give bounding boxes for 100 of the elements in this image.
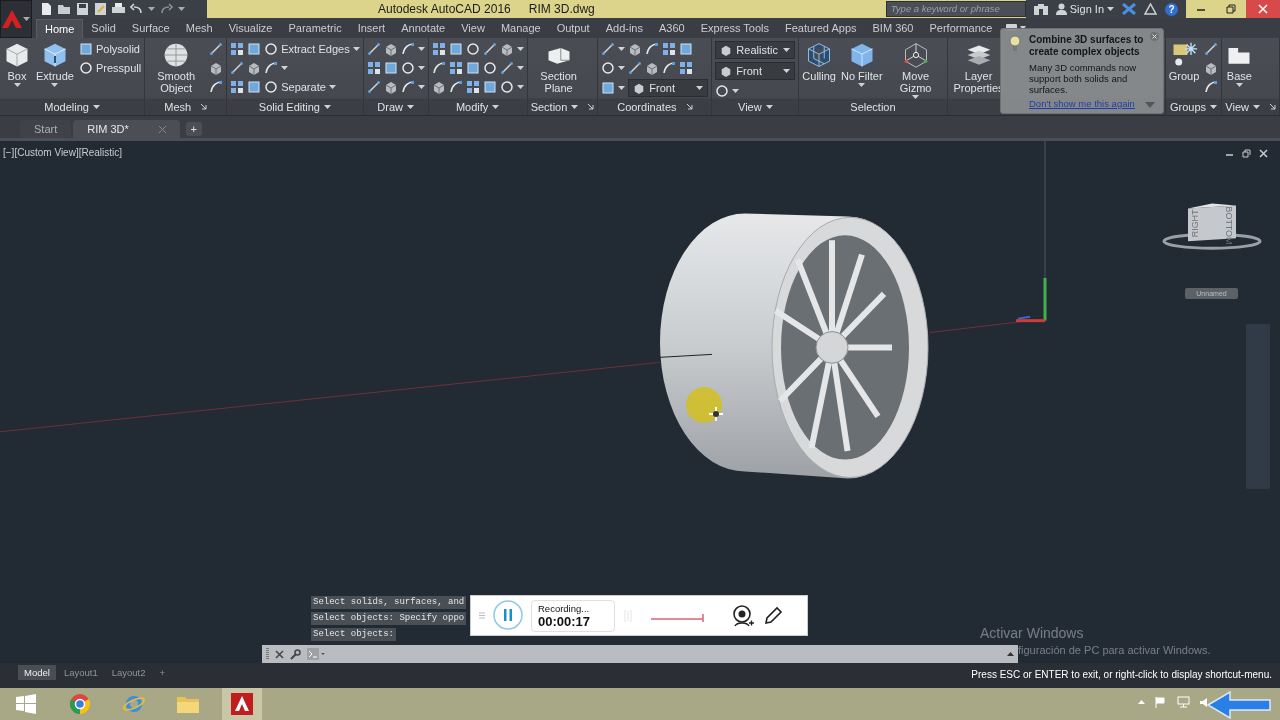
taskbar-app[interactable] <box>222 688 262 720</box>
tool-button[interactable] <box>1204 79 1219 95</box>
webcam-icon[interactable] <box>731 603 755 628</box>
tool-button[interactable] <box>645 41 660 57</box>
tool-button[interactable] <box>400 79 425 95</box>
tool-button[interactable] <box>679 60 694 76</box>
tool-button[interactable] <box>400 41 425 57</box>
tool-button[interactable] <box>601 41 626 57</box>
prompt-icon[interactable] <box>307 648 325 660</box>
ribbon-tab[interactable]: Solid <box>83 19 124 38</box>
ribbon-tab[interactable]: Home <box>36 19 84 38</box>
ribbon-tab[interactable]: BIM 360 <box>864 19 922 38</box>
sign-in-button[interactable]: Sign In <box>1055 1 1114 17</box>
ribbon-tab[interactable]: Surface <box>123 19 178 38</box>
undo-icon[interactable] <box>130 3 143 15</box>
ribbon-tab[interactable]: Featured Apps <box>776 19 865 38</box>
layout-tab[interactable]: Layout1 <box>57 665 104 680</box>
tool-button[interactable] <box>209 60 224 76</box>
tool-button[interactable] <box>601 80 626 96</box>
ribbon-tab[interactable]: Express Tools <box>692 19 777 38</box>
large-tool-button[interactable]: Smooth Object <box>148 41 205 94</box>
tool-button[interactable] <box>247 41 262 57</box>
tool-button[interactable] <box>715 83 740 99</box>
close-icon[interactable] <box>275 649 284 659</box>
tool-button[interactable] <box>465 41 480 57</box>
tool-button[interactable]: Extract Edges <box>264 41 360 57</box>
tool-button[interactable] <box>400 60 425 76</box>
tool-button[interactable] <box>431 41 446 57</box>
folder-icon[interactable] <box>58 3 71 15</box>
save-as-icon[interactable] <box>94 3 107 15</box>
launcher-icon[interactable] <box>588 104 595 110</box>
tool-button[interactable] <box>448 41 463 57</box>
tool-button[interactable] <box>662 41 677 57</box>
ribbon-tab[interactable]: Manage <box>492 19 549 38</box>
dropdown[interactable]: Front <box>628 79 709 97</box>
tool-button[interactable] <box>383 79 398 95</box>
tool-button[interactable] <box>247 60 262 76</box>
tool-button[interactable]: Presspull <box>78 60 142 76</box>
triangle-icon[interactable] <box>1144 3 1157 15</box>
tool-button[interactable] <box>431 60 446 76</box>
tool-button[interactable] <box>383 60 398 76</box>
binoculars-icon[interactable] <box>1033 3 1048 15</box>
tool-button[interactable] <box>366 60 381 76</box>
tool-button[interactable]: Polysolid <box>78 41 140 57</box>
tool-button[interactable] <box>499 41 524 57</box>
new-tab-button[interactable]: + <box>185 122 202 136</box>
tool-button[interactable] <box>230 41 245 57</box>
launcher-icon[interactable] <box>1270 104 1276 110</box>
large-tool-button[interactable]: Section Plane <box>530 41 587 94</box>
launcher-icon[interactable] <box>201 104 208 110</box>
panel-title[interactable]: Modeling <box>44 101 100 113</box>
panel-title[interactable]: Solid Editing <box>258 101 331 113</box>
layout-tab[interactable]: Model <box>18 665 56 680</box>
tool-button[interactable] <box>247 79 262 95</box>
redo-icon[interactable] <box>160 3 173 15</box>
exchange-icon[interactable] <box>1122 3 1136 15</box>
tool-button[interactable] <box>499 60 524 76</box>
tool-button[interactable] <box>465 79 480 95</box>
tool-button[interactable] <box>628 60 643 76</box>
new-file-icon[interactable] <box>40 3 53 15</box>
new-layout-button[interactable]: + <box>153 665 172 680</box>
large-tool-button[interactable]: No Filter <box>841 41 883 87</box>
tool-button[interactable] <box>662 60 677 76</box>
tool-button[interactable] <box>601 60 626 76</box>
wrench-icon[interactable] <box>290 648 301 660</box>
pause-button[interactable] <box>493 599 523 632</box>
ribbon-tab[interactable]: Mesh <box>177 19 221 38</box>
panel-title[interactable]: View <box>1225 101 1276 113</box>
ribbon-tab[interactable]: A360 <box>650 19 693 38</box>
tool-button[interactable] <box>645 60 660 76</box>
ribbon-tab[interactable]: Output <box>548 19 598 38</box>
tool-button[interactable] <box>366 41 381 57</box>
tool-button[interactable] <box>628 41 643 57</box>
viewport-label[interactable]: [−][Custom View][Realistic] <box>3 147 123 158</box>
launcher-icon[interactable] <box>686 104 693 110</box>
ribbon-tab[interactable]: View <box>453 19 493 38</box>
ribbon-tab[interactable]: Visualize <box>220 19 281 38</box>
panel-title[interactable]: View <box>738 101 773 113</box>
ribbon-tab[interactable]: Add-ins <box>597 19 651 38</box>
print-icon[interactable] <box>112 3 125 15</box>
large-tool-button[interactable]: Box <box>3 41 31 87</box>
tool-button[interactable] <box>499 79 524 95</box>
tool-button[interactable] <box>448 60 463 76</box>
large-tool-button[interactable]: Group <box>1168 41 1200 82</box>
tool-button[interactable] <box>431 79 446 95</box>
tool-button[interactable] <box>465 60 480 76</box>
ribbon-tab[interactable]: Parametric <box>280 19 350 38</box>
file-tab[interactable]: Start <box>20 120 72 138</box>
large-tool-button[interactable]: Move Gizmo <box>887 41 944 99</box>
panel-title[interactable]: Section <box>530 101 595 113</box>
dropdown[interactable]: Front <box>715 62 796 80</box>
tool-button[interactable] <box>1204 60 1219 76</box>
tool-button[interactable] <box>448 79 463 95</box>
ribbon-tab[interactable]: Annotate <box>393 19 454 38</box>
tool-button[interactable] <box>366 79 381 95</box>
tool-button[interactable] <box>264 60 289 76</box>
large-tool-button[interactable]: Culling <box>802 41 836 82</box>
tool-button[interactable] <box>679 41 694 57</box>
application-menu-button[interactable] <box>0 0 32 38</box>
tool-button[interactable] <box>482 60 497 76</box>
